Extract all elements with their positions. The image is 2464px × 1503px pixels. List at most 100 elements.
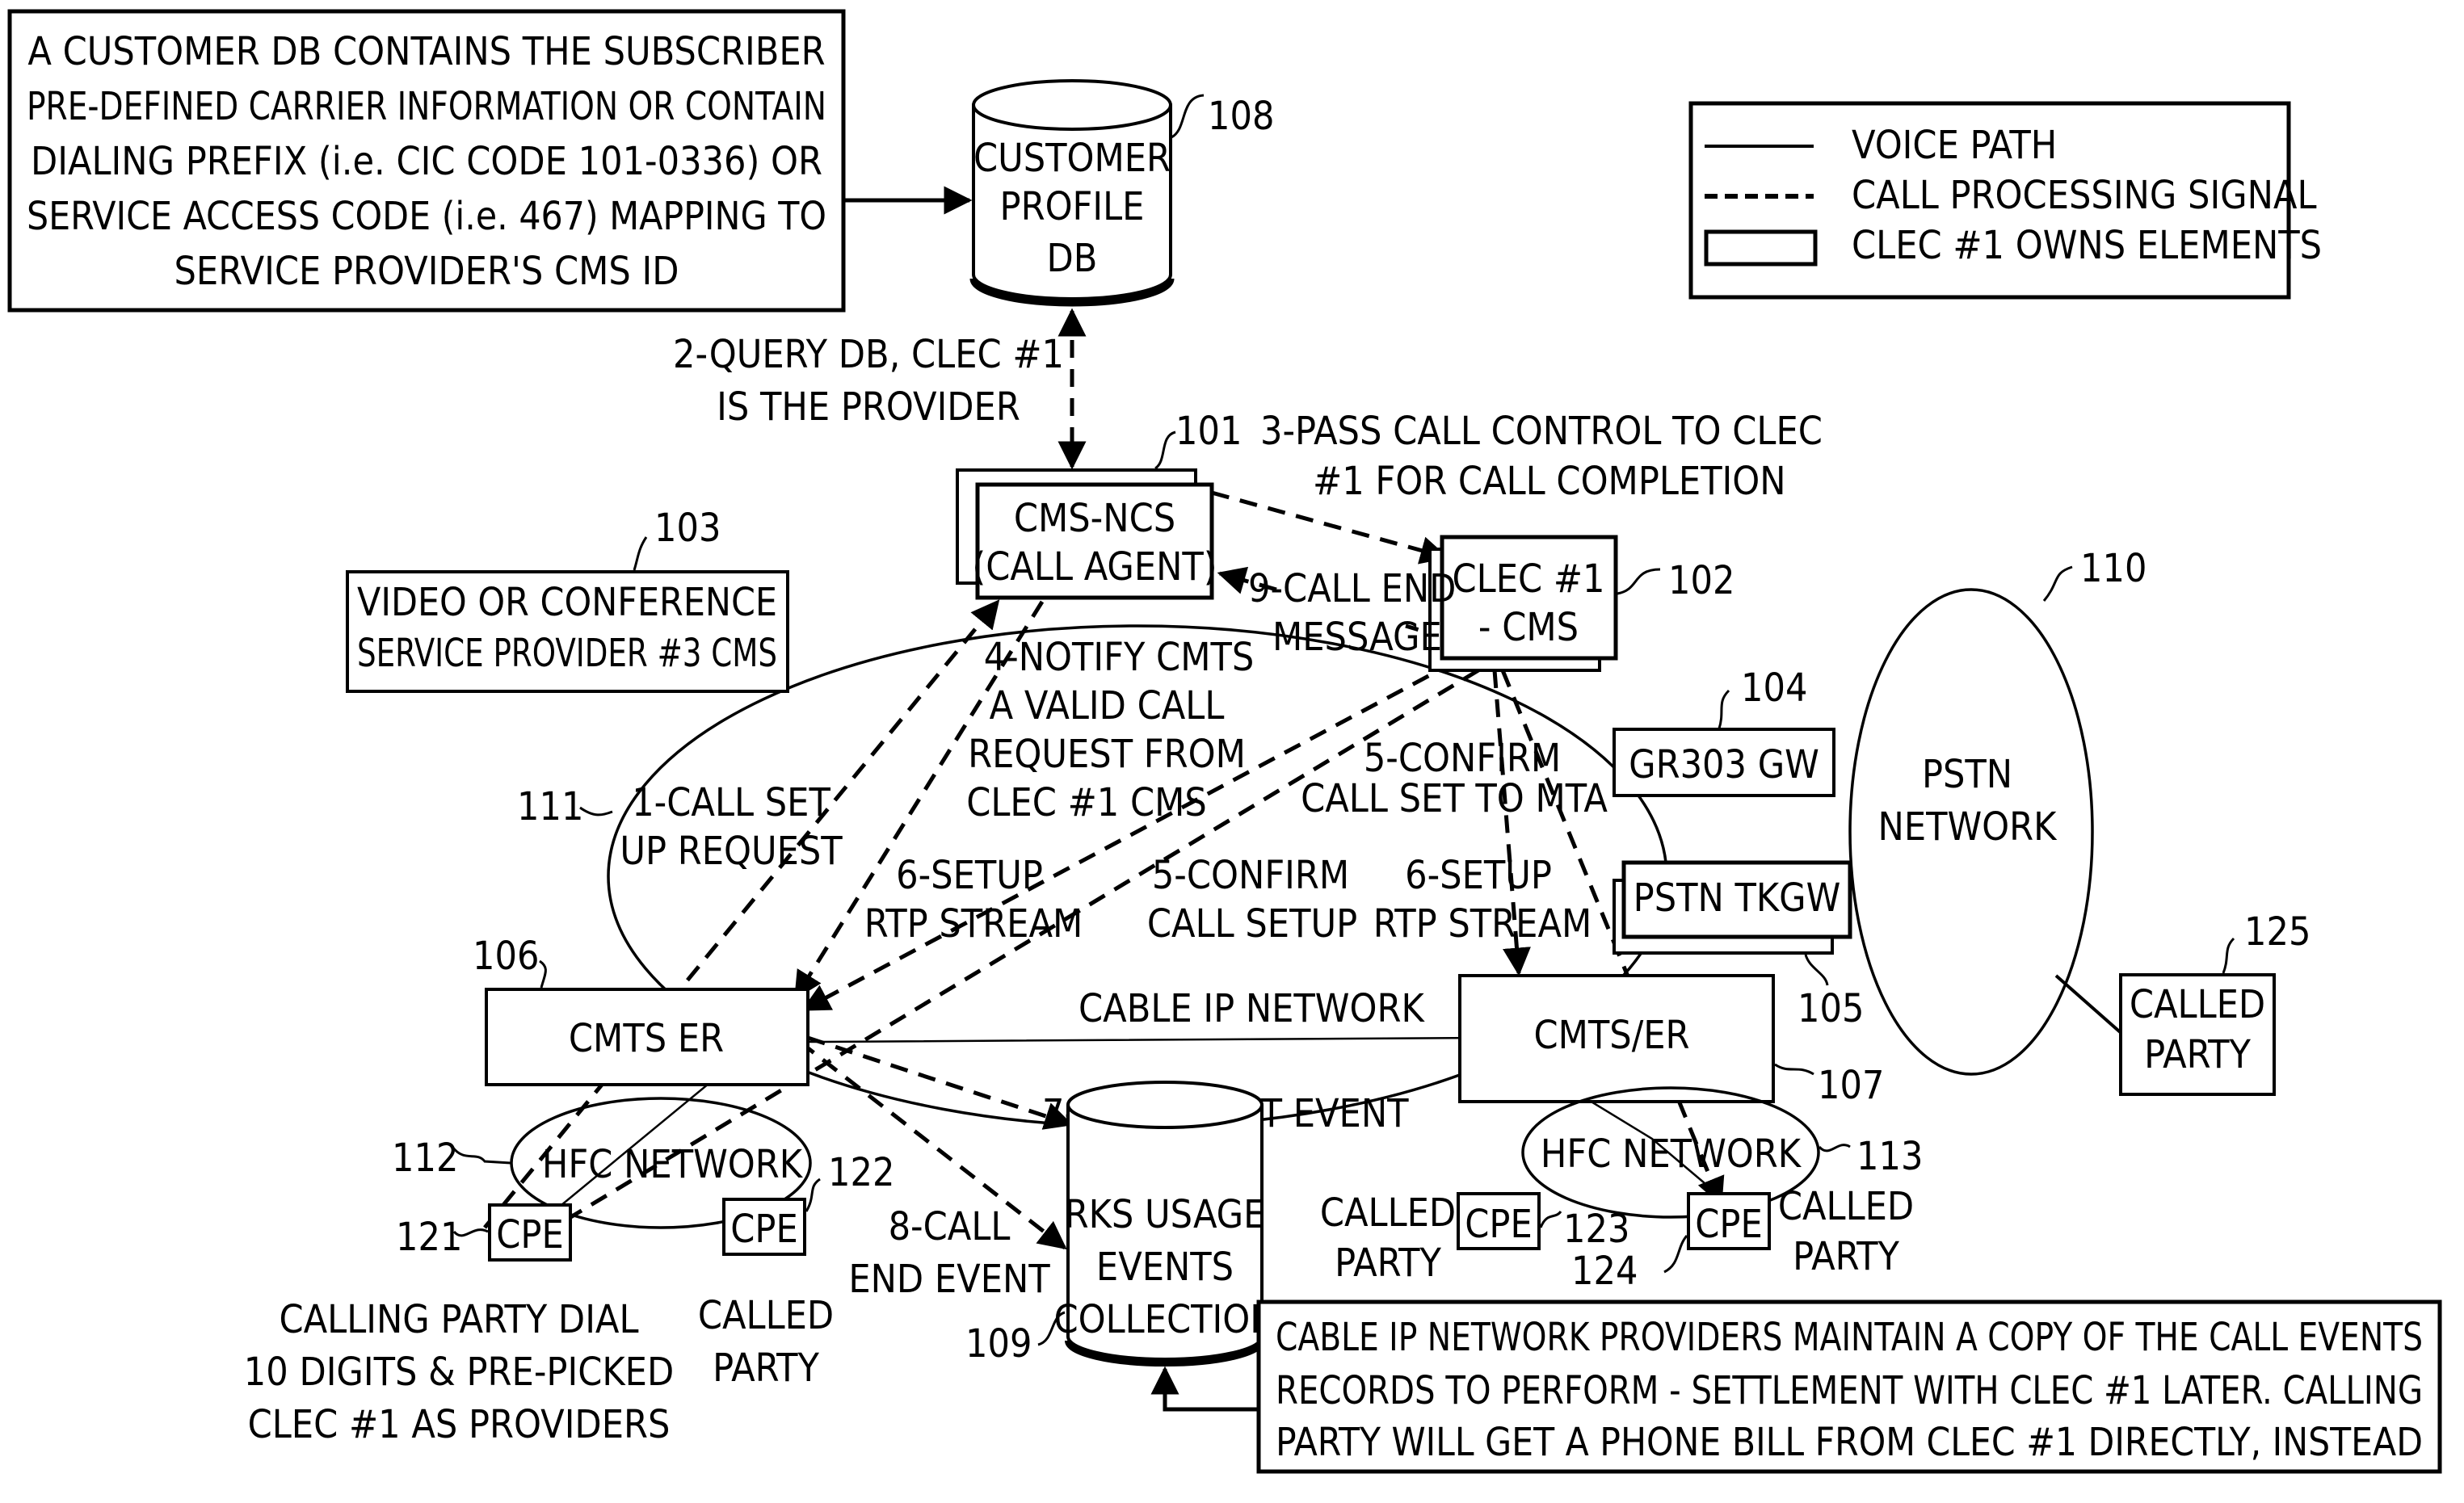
caption-called-party-124: PARTY	[1793, 1234, 1899, 1279]
cpe-label: CPE	[1695, 1202, 1762, 1247]
hfc-left-label: HFC NETWORK	[542, 1142, 804, 1187]
leader-122	[805, 1178, 821, 1212]
bottom-note-box: CABLE IP NETWORK PROVIDERS MAINTAIN A CO…	[1256, 1299, 2442, 1474]
top-note-line: A CUSTOMER DB CONTAINS THE SUBSCRIBER	[27, 29, 825, 74]
label-call-end-message: MESSAGE	[1272, 615, 1442, 660]
clec-cms-label: CLEC #1	[1452, 556, 1604, 602]
cpe-label: CPE	[730, 1207, 797, 1252]
legend: VOICE PATH CALL PROCESSING SIGNAL CLEC #…	[1688, 101, 2322, 300]
pstn-label-line: PSTN	[1922, 752, 2012, 797]
ref-104: 104	[1741, 665, 1807, 711]
leader-104	[1718, 689, 1730, 729]
ref-113: 113	[1856, 1134, 1923, 1179]
label-notify-cmts: A VALID CALL	[990, 683, 1225, 728]
cpe-label: CPE	[496, 1212, 563, 1257]
label-setup-rtp-right: RTP STREAM	[1373, 901, 1592, 947]
bottom-note-arrow	[1150, 1366, 1259, 1412]
label-query-db: 2-QUERY DB, CLEC #1	[673, 332, 1064, 377]
leader-112	[451, 1146, 511, 1165]
ref-103: 103	[654, 506, 721, 551]
label-call-end-event: 8-CALL	[889, 1204, 1011, 1249]
video-provider-label: VIDEO OR CONFERENCE	[357, 580, 777, 625]
leader-113	[1818, 1144, 1851, 1152]
leader-107	[1774, 1063, 1814, 1076]
db-label-line: PROFILE	[1000, 184, 1145, 229]
bottom-note-line: RECORDS TO PERFORM - SETTLEMENT WITH CLE…	[1276, 1368, 2423, 1413]
cpe-123-node: CPE	[1457, 1192, 1541, 1250]
clec-cms-label: - CMS	[1478, 605, 1579, 650]
label-pass-call: #1 FOR CALL COMPLETION	[1313, 459, 1786, 504]
top-note-line: SERVICE ACCESS CODE (i.e. 467) MAPPING T…	[27, 194, 826, 239]
cmts-er-left-node: CMTS ER	[485, 988, 809, 1086]
clec-cms-node: CLEC #1 - CMS	[1428, 535, 1618, 672]
cpe-121-node: CPE	[488, 1203, 572, 1262]
label-call-setup-request: UP REQUEST	[620, 829, 843, 874]
ref-101: 101	[1175, 409, 1242, 454]
label-confirm-call-setup: 5-CONFIRM	[1152, 853, 1349, 898]
customer-profile-db-cylinder: CUSTOMER PROFILE DB	[969, 79, 1175, 307]
rks-label-line: COLLECTION	[1053, 1297, 1276, 1342]
ref-111: 111	[517, 784, 583, 829]
label-setup-rtp-left: 6-SETUP	[896, 853, 1043, 898]
ref-102: 102	[1668, 558, 1734, 603]
leader-108	[1171, 94, 1205, 139]
db-label-line: CUSTOMER	[973, 136, 1171, 181]
caption-calling-party: 10 DIGITS & PRE-PICKED	[244, 1350, 674, 1395]
leader-110	[2042, 565, 2073, 602]
label-confirm-to-mta: CALL SET TO MTA	[1301, 776, 1608, 821]
leader-125	[2222, 937, 2235, 974]
label-query-db: IS THE PROVIDER	[717, 384, 1020, 430]
called-party-label: PARTY	[2144, 1032, 2251, 1077]
ref-124: 124	[1571, 1249, 1638, 1294]
cmts-er-right-label: CMTS/ER	[1533, 1013, 1689, 1058]
bottom-note-line: CABLE IP NETWORK PROVIDERS MAINTAIN A CO…	[1276, 1315, 2423, 1360]
leader-124	[1663, 1235, 1688, 1274]
label-pass-call: 3-PASS CALL CONTROL TO CLEC	[1260, 409, 1823, 454]
caption-called-party-122: PARTY	[713, 1346, 819, 1391]
leader-103	[633, 536, 648, 571]
legend-box-swatch	[1704, 229, 1818, 267]
caption-called-party-123: CALLED	[1320, 1190, 1456, 1236]
leader-105	[1804, 954, 1829, 986]
ref-106: 106	[473, 934, 539, 979]
cms-ncs-node: CMS-NCS (CALL AGENT)	[956, 468, 1217, 600]
cms-ncs-label: CMS-NCS	[1014, 496, 1175, 541]
pstn-tkgw-label: PSTN TKGW	[1634, 875, 1841, 921]
label-confirm-call-setup: CALL SETUP	[1147, 901, 1357, 947]
label-call-end-message: 9-CALL END	[1248, 566, 1456, 611]
cmts-er-right-node: CMTS/ER	[1458, 974, 1775, 1103]
label-setup-rtp-right: 6-SETUP	[1405, 853, 1552, 898]
cpe-124-node: CPE	[1687, 1192, 1771, 1250]
rks-label-line: RKS USAGE	[1065, 1192, 1266, 1237]
top-note-line: SERVICE PROVIDER'S CMS ID	[174, 249, 679, 294]
top-note-line: DIALING PREFIX (i.e. CIC CODE 101-0336) …	[31, 139, 822, 184]
video-provider-node: VIDEO OR CONFERENCE SERVICE PROVIDER #3 …	[346, 570, 789, 693]
db-label-line: DB	[1047, 236, 1098, 281]
caption-called-party-122: CALLED	[698, 1293, 834, 1338]
label-setup-rtp-left: RTP STREAM	[864, 901, 1083, 947]
caption-called-party-123: PARTY	[1335, 1241, 1441, 1286]
ref-122: 122	[828, 1150, 894, 1195]
label-notify-cmts: REQUEST FROM	[968, 732, 1246, 777]
label-cable-ip-network: CABLE IP NETWORK	[1079, 986, 1425, 1031]
top-note-box: A CUSTOMER DB CONTAINS THE SUBSCRIBER PR…	[7, 9, 846, 313]
rks-usage-events-cylinder: RKS USAGE EVENTS COLLECTION	[1053, 1081, 1276, 1367]
legend-label: VOICE PATH	[1852, 123, 2057, 168]
label-confirm-to-mta: 5-CONFIRM	[1364, 736, 1561, 781]
ref-105: 105	[1798, 986, 1864, 1031]
caption-called-party-124: CALLED	[1778, 1184, 1914, 1229]
ref-125: 125	[2244, 909, 2311, 955]
cmts-er-left-label: CMTS ER	[569, 1016, 724, 1061]
ref-110: 110	[2080, 546, 2147, 591]
cpe-122-node: CPE	[722, 1198, 806, 1256]
cpe-label: CPE	[1465, 1202, 1532, 1247]
label-notify-cmts: CLEC #1 CMS	[966, 780, 1207, 825]
ref-109: 109	[965, 1321, 1032, 1367]
leader-102	[1617, 568, 1661, 595]
ref-123: 123	[1563, 1207, 1629, 1252]
leader-111	[579, 806, 613, 817]
video-provider-label: SERVICE PROVIDER #3 CMS	[357, 631, 777, 676]
ref-108: 108	[1208, 94, 1274, 139]
leader-123	[1539, 1210, 1562, 1228]
legend-label: CALL PROCESSING SIGNAL	[1852, 173, 2317, 218]
